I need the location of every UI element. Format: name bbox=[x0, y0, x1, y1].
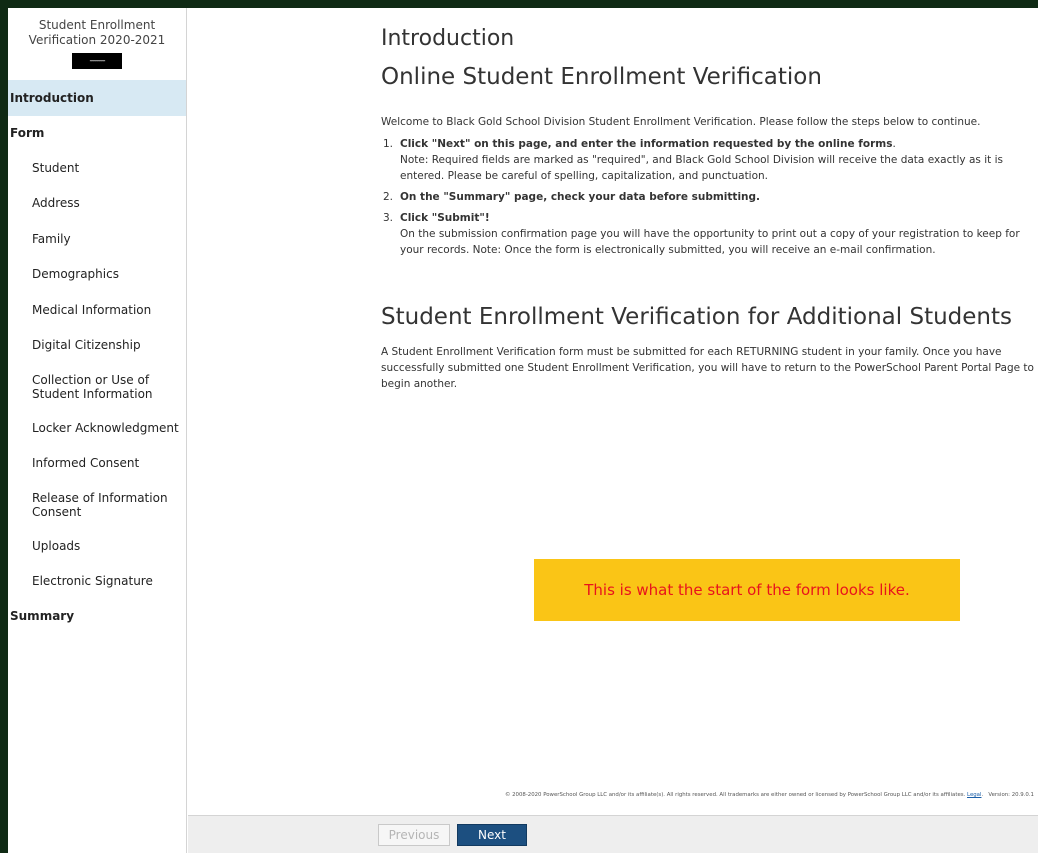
step-number: 3. bbox=[383, 212, 394, 224]
page-title: Introduction bbox=[381, 26, 515, 51]
sidebar: Student Enrollment Verification 2020-202… bbox=[8, 8, 187, 853]
sidebar-item-label: Collection or Use of Student Information bbox=[32, 372, 153, 401]
sidebar-item-label: Summary bbox=[10, 609, 75, 623]
sidebar-item-medical-information[interactable]: Medical Information bbox=[8, 292, 186, 328]
sidebar-item-uploads[interactable]: Uploads bbox=[8, 528, 186, 564]
sidebar-item-student[interactable]: Student bbox=[8, 150, 186, 186]
sidebar-item-form[interactable]: Form bbox=[8, 116, 186, 150]
sidebar-item-collection-use[interactable]: Collection or Use of Student Information bbox=[8, 363, 186, 410]
step-number: 1. bbox=[383, 138, 394, 150]
app-title: Student Enrollment Verification 2020-202… bbox=[28, 18, 166, 47]
sidebar-item-informed-consent[interactable]: Informed Consent bbox=[8, 446, 186, 482]
app-frame: Student Enrollment Verification 2020-202… bbox=[8, 8, 1038, 853]
sidebar-item-electronic-signature[interactable]: Electronic Signature bbox=[8, 564, 186, 600]
sidebar-item-label: Locker Acknowledgment bbox=[32, 420, 179, 435]
sidebar-item-address[interactable]: Address bbox=[8, 186, 186, 222]
next-button[interactable]: Next bbox=[457, 824, 527, 846]
sidebar-item-label: Electronic Signature bbox=[32, 574, 153, 589]
footer: © 2008-2020 PowerSchool Group LLC and/or… bbox=[505, 792, 1034, 798]
sidebar-item-summary[interactable]: Summary bbox=[8, 599, 186, 633]
sidebar-item-label: Introduction bbox=[10, 91, 94, 105]
legal-link[interactable]: Legal bbox=[967, 792, 981, 798]
sidebar-item-label: Family bbox=[32, 231, 71, 246]
step-item: 3. Click "Submit"! On the submission con… bbox=[381, 210, 1036, 258]
welcome-text: Welcome to Black Gold School Division St… bbox=[381, 116, 981, 128]
version-text: Version: 20.9.0.1 bbox=[988, 792, 1034, 798]
step-instruction: Click "Submit"! bbox=[400, 212, 490, 224]
sidebar-item-label: Student bbox=[32, 160, 80, 175]
sidebar-item-locker-acknowledgment[interactable]: Locker Acknowledgment bbox=[8, 410, 186, 446]
copyright-text: © 2008-2020 PowerSchool Group LLC and/or… bbox=[505, 792, 966, 798]
sidebar-item-digital-citizenship[interactable]: Digital Citizenship bbox=[8, 328, 186, 364]
additional-text: A Student Enrollment Verification form m… bbox=[381, 346, 1034, 390]
annotation-callout: This is what the start of the form looks… bbox=[534, 559, 960, 621]
sidebar-item-label: Informed Consent bbox=[32, 456, 140, 471]
step-item: 1. Click "Next" on this page, and enter … bbox=[381, 136, 1036, 184]
sidebar-item-label: Uploads bbox=[32, 538, 81, 553]
step-item: 2. On the "Summary" page, check your dat… bbox=[381, 189, 1036, 205]
step-instruction: Click "Next" on this page, and enter the… bbox=[400, 138, 893, 150]
sidebar-item-release-of-information[interactable]: Release of Information Consent bbox=[8, 481, 186, 528]
sidebar-item-label: Demographics bbox=[32, 267, 119, 282]
sidebar-item-label: Digital Citizenship bbox=[32, 338, 141, 353]
sidebar-item-family[interactable]: Family bbox=[8, 221, 186, 257]
step-detail: On the submission confirmation page you … bbox=[400, 228, 1020, 256]
redacted-name: -------- bbox=[72, 53, 122, 69]
step-instruction: On the "Summary" page, check your data b… bbox=[400, 191, 761, 203]
step-tail: . bbox=[892, 138, 896, 150]
previous-button[interactable]: Previous bbox=[378, 824, 450, 846]
action-bar: Previous Next bbox=[188, 815, 1038, 853]
section-heading: Online Student Enrollment Verification bbox=[381, 64, 822, 90]
steps-list: 1. Click "Next" on this page, and enter … bbox=[381, 136, 1036, 258]
sidebar-item-demographics[interactable]: Demographics bbox=[8, 257, 186, 293]
step-detail: Note: Required fields are marked as "req… bbox=[400, 154, 1003, 182]
sidebar-item-label: Address bbox=[32, 196, 80, 211]
sidebar-item-label: Form bbox=[10, 126, 45, 140]
additional-heading: Student Enrollment Verification for Addi… bbox=[381, 304, 1012, 330]
main-content: Introduction Online Student Enrollment V… bbox=[381, 26, 1036, 392]
step-number: 2. bbox=[383, 191, 394, 203]
content-area: Introduction Online Student Enrollment V… bbox=[188, 8, 1038, 853]
sidebar-item-label: Medical Information bbox=[32, 302, 152, 317]
sidebar-item-label: Release of Information Consent bbox=[32, 490, 168, 519]
sidebar-item-introduction[interactable]: Introduction bbox=[8, 80, 186, 116]
sidebar-header: Student Enrollment Verification 2020-202… bbox=[8, 8, 186, 80]
